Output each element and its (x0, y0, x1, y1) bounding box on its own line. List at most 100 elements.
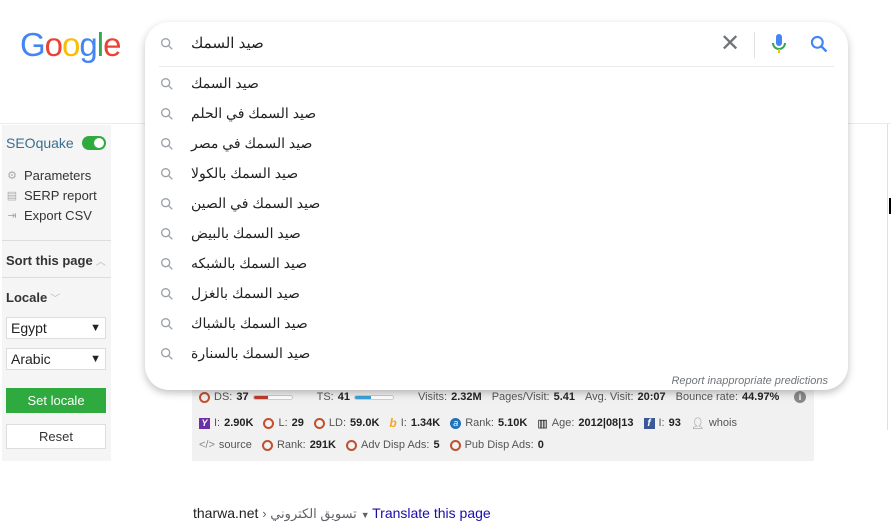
suggestion-text: صيد السمك بالكولا (191, 165, 299, 181)
search-icon (161, 168, 173, 180)
export-icon: ⇥ (7, 209, 17, 222)
seo-row-3: </> source Rank: 291K Adv Disp Ads: 5 Pub D… (199, 439, 544, 451)
language-value: Arabic (11, 351, 51, 367)
close-icon[interactable]: ✕ (720, 30, 740, 58)
bounce-rate-metric[interactable]: Bounce rate: 44.97% (676, 391, 780, 403)
label: Rank: (276, 439, 306, 451)
suggestion-item[interactable]: صيد السمك بالشبكه (145, 249, 848, 279)
search-icon (161, 138, 173, 150)
chevron-up-icon: ︿ (95, 257, 106, 268)
country-select[interactable]: Egypt ▼ (6, 317, 106, 339)
value: 5.10K (497, 417, 528, 429)
ds-bar (252, 394, 293, 400)
sort-this-page[interactable]: Sort this page ︿ (6, 253, 106, 268)
seoquake-toggle[interactable] (82, 136, 106, 150)
whois-link[interactable]: 👤︎ whois (691, 417, 737, 430)
facebook-icon: f (643, 417, 655, 429)
set-locale-button[interactable]: Set locale (6, 388, 106, 413)
suggestion-text: صيد السمك بالسنارة (191, 345, 311, 361)
source-link[interactable]: </> source (199, 439, 252, 451)
semrush-icon (199, 391, 210, 403)
ds-metric[interactable]: DS: 37 (199, 391, 293, 403)
value: 93 (668, 417, 681, 429)
user-icon: 👤︎ (690, 417, 705, 430)
suggestion-text: صيد السمك بالشبكه (191, 255, 308, 271)
search-icon (161, 228, 173, 240)
info-icon[interactable]: i (794, 391, 806, 403)
ts-metric[interactable]: TS: 41 (317, 391, 394, 403)
value: 29 (291, 417, 304, 429)
value: 2.90K (224, 417, 254, 429)
search-box[interactable]: صيد السمك ✕ (145, 22, 848, 66)
suggestion-item[interactable]: صيد السمك بالشباك (145, 309, 848, 339)
menu-label: SERP report (24, 188, 97, 203)
menu-serp-report[interactable]: ▤ SERP report (6, 188, 97, 203)
language-select[interactable]: Arabic ▼ (6, 348, 106, 370)
suggestion-item[interactable]: صيد السمك بالسنارة (145, 339, 848, 369)
label: Rank: (465, 417, 494, 429)
suggestion-item[interactable]: صيد السمك بالكولا (145, 159, 848, 189)
value: 0 (537, 439, 544, 451)
links-metric[interactable]: L: 29 (263, 417, 304, 429)
label: Bounce rate: (675, 391, 739, 403)
visits-metric[interactable]: Visits: 2.32M (418, 391, 482, 403)
adv-disp-ads-metric[interactable]: Adv Disp Ads: 5 (345, 439, 440, 451)
suggestion-item[interactable]: صيد السمك (145, 69, 848, 99)
dropdown-arrow-icon[interactable]: ▼ (361, 510, 372, 520)
linking-domains-metric[interactable]: LD: 59.0K (313, 417, 379, 429)
result-breadcrumb[interactable]: تسويق الكتروني (270, 506, 357, 521)
result-domain[interactable]: tharwa.net (193, 505, 258, 521)
semrush-icon (261, 439, 273, 451)
alexa-rank-metric[interactable]: a Rank: 5.10K (450, 417, 527, 429)
suggestion-text: صيد السمك (191, 75, 259, 91)
menu-export-csv[interactable]: ⇥ Export CSV (6, 208, 92, 223)
right-divider (887, 124, 888, 430)
divider (159, 66, 834, 67)
yahoo-index-metric[interactable]: Y I: 2.90K (199, 417, 253, 429)
google-logo[interactable]: Google (20, 26, 121, 64)
label: Pages/Visit: (491, 391, 550, 403)
avg-visit-metric[interactable]: Avg. Visit: 20:07 (585, 391, 666, 403)
value: 41 (337, 391, 350, 403)
search-icon (161, 318, 173, 330)
pages-visit-metric[interactable]: Pages/Visit: 5.41 (492, 391, 575, 403)
label: LD: (328, 417, 347, 429)
pub-disp-ads-metric[interactable]: Pub Disp Ads: 0 (449, 439, 544, 451)
suggestion-item[interactable]: صيد السمك في الصين (145, 189, 848, 219)
chevron-down-icon: ▼ (90, 353, 101, 365)
search-icon[interactable] (809, 34, 829, 54)
suggestion-item[interactable]: صيد السمك بالغزل (145, 279, 848, 309)
suggestion-text: صيد السمك بالغزل (191, 285, 300, 301)
value: 20:07 (637, 391, 666, 403)
suggestion-item[interactable]: صيد السمك بالبيض (145, 219, 848, 249)
bing-index-metric[interactable]: b I: 1.34K (389, 416, 440, 430)
seo-row-1: DS: 37 TS: 41 Visits: 2.32M Pages/Visit: 5.4… (199, 391, 779, 403)
suggestion-text: صيد السمك في الصين (191, 195, 321, 211)
semrush-icon (449, 439, 461, 451)
label: whois (708, 417, 737, 429)
translate-link[interactable]: Translate this page (372, 505, 491, 521)
age-metric[interactable]: ▥ Age: 2012|08|13 (537, 417, 633, 430)
facebook-metric[interactable]: f I: 93 (643, 417, 681, 429)
suggestion-item[interactable]: صيد السمك في الحلم (145, 99, 848, 129)
value: 44.97% (742, 391, 780, 403)
label: Age: (551, 417, 575, 429)
report-predictions-link[interactable]: Report inappropriate predictions (671, 375, 828, 387)
reset-button[interactable]: Reset (6, 424, 106, 449)
value: 2.32M (451, 391, 482, 403)
label: Visits: (417, 391, 448, 403)
result-url: tharwa.net › تسويق الكتروني ▼ Translate … (193, 505, 491, 521)
value: 5.41 (553, 391, 575, 403)
search-input[interactable]: صيد السمك (191, 34, 264, 52)
seoquake-sidebar: SEOquake ⚙ Parameters ▤ SERP report ⇥ Expor… (2, 125, 111, 461)
locale-toggle[interactable]: Locale ﹀ (6, 290, 60, 305)
value: 2012|08|13 (578, 417, 634, 429)
sort-label: Sort this page (6, 253, 93, 268)
mic-icon[interactable] (770, 33, 788, 55)
suggestion-item[interactable]: صيد السمك في مصر (145, 129, 848, 159)
menu-parameters[interactable]: ⚙ Parameters (6, 168, 91, 183)
semrush-rank-metric[interactable]: Rank: 291K (261, 439, 336, 451)
ts-bar (353, 394, 394, 400)
semrush-icon (263, 417, 275, 429)
menu-label: Export CSV (24, 208, 92, 223)
